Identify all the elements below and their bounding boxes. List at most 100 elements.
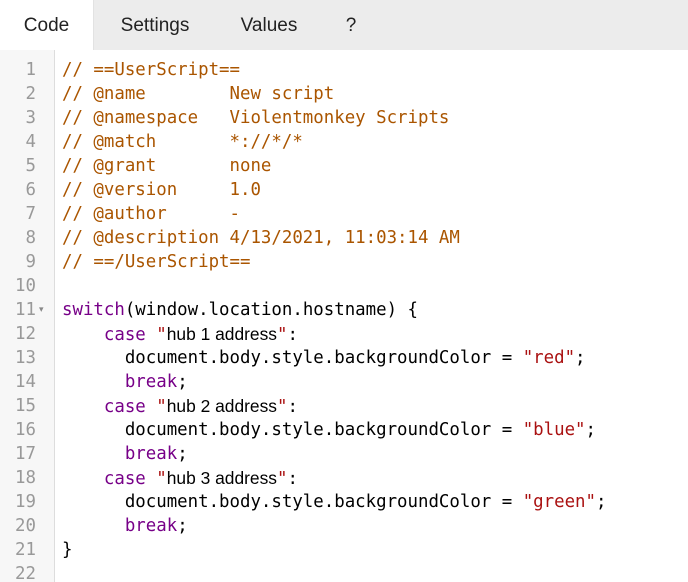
code-line[interactable]: 5 // @grant none: [0, 154, 688, 178]
code-line[interactable]: 13 document.body.style.backgroundColor =…: [0, 346, 688, 370]
code-line[interactable]: 6 // @version 1.0: [0, 178, 688, 202]
code-token-comment: // @grant none: [62, 156, 272, 176]
code-token-keyword: switch: [62, 300, 125, 320]
code-token-comment: // @description 4/13/2021, 11:03:14 AM: [62, 228, 460, 248]
code-token-keyword: break: [124, 444, 178, 464]
code-line[interactable]: 14 break;: [0, 370, 688, 394]
line-number: 14: [15, 372, 36, 392]
code-line[interactable]: 20 break;: [0, 514, 688, 538]
code-line[interactable]: 19 document.body.style.backgroundColor =…: [0, 490, 688, 514]
line-number: 13: [15, 348, 36, 368]
fold-toggle-icon[interactable]: ▾: [39, 298, 44, 322]
code-token-comment: // @version 1.0: [62, 180, 261, 200]
line-code: document.body.style.backgroundColor = "g…: [62, 490, 607, 514]
line-number: 18: [15, 468, 36, 488]
tab-help[interactable]: ?: [334, 0, 368, 50]
code-editor[interactable]: 1 // ==UserScript== 2 // @name New script 3 /…: [0, 50, 688, 582]
line-number: 2: [25, 84, 36, 104]
code-line[interactable]: 10: [0, 274, 688, 298]
line-number: 4: [25, 132, 36, 152]
line-number: 16: [15, 420, 36, 440]
tab-values[interactable]: Values: [222, 0, 316, 50]
code-token-plain: ;: [177, 372, 188, 392]
tab-settings[interactable]: Settings: [96, 0, 214, 50]
line-number: 17: [15, 444, 36, 464]
code-line[interactable]: 17 break;: [0, 442, 688, 466]
line-number: 8: [25, 228, 36, 248]
code-line[interactable]: 3 // @namespace Violentmonkey Scripts: [0, 106, 688, 130]
line-number: 20: [15, 516, 36, 536]
line-number: 21: [15, 540, 36, 560]
line-number: 10: [15, 276, 36, 296]
line-number: 11: [15, 300, 36, 320]
line-code: // @name New script: [62, 82, 334, 106]
code-token-plain: ;: [575, 348, 586, 368]
line-code: case "hub 1 address":: [62, 322, 298, 347]
line-code: // ==/UserScript==: [62, 250, 250, 274]
line-code: break;: [62, 370, 188, 394]
code-token-plain: (window.location.hostname) {: [124, 300, 418, 320]
line-code: // @match *://*/*: [62, 130, 303, 154]
script-editor-window: Code Settings Values ? 1 // ==UserScript=…: [0, 0, 688, 582]
line-code: break;: [62, 442, 188, 466]
code-token-comment: // @name New script: [62, 84, 335, 104]
code-line[interactable]: 1 // ==UserScript==: [0, 58, 688, 82]
code-token-comment: // @author -: [62, 204, 240, 224]
line-number: 9: [25, 252, 36, 272]
tab-code[interactable]: Code: [0, 0, 94, 50]
code-line[interactable]: 15 case "hub 2 address":: [0, 394, 688, 418]
code-token-comment: // @match *://*/*: [62, 132, 303, 152]
code-token-comment: // ==/UserScript==: [62, 252, 251, 272]
code-line[interactable]: 4 // @match *://*/*: [0, 130, 688, 154]
code-line[interactable]: 8 // @description 4/13/2021, 11:03:14 AM: [0, 226, 688, 250]
code-token-comment: // @namespace Violentmonkey Scripts: [62, 108, 450, 128]
code-token-keyword: break: [124, 372, 178, 392]
line-number: 1: [25, 60, 36, 80]
line-code: // @grant none: [62, 154, 271, 178]
code-line[interactable]: 21}: [0, 538, 688, 562]
code-token-plain: document.body.style.backgroundColor =: [62, 420, 523, 440]
line-code: // @version 1.0: [62, 178, 261, 202]
code-token-plain: ;: [585, 420, 596, 440]
code-token-plain: document.body.style.backgroundColor =: [62, 348, 523, 368]
code-token-string: ": [156, 325, 167, 345]
code-token-sans: hub 2 address: [166, 396, 277, 416]
code-line[interactable]: 2 // @name New script: [0, 82, 688, 106]
line-code: case "hub 2 address":: [62, 394, 298, 419]
code-token-string: ": [276, 469, 288, 489]
code-token-sans: hub 3 address: [166, 468, 277, 488]
code-line[interactable]: 22: [0, 562, 688, 582]
code-token-keyword: break: [124, 516, 178, 536]
line-number: 6: [25, 180, 36, 200]
code-token-plain: :: [287, 397, 298, 417]
code-token-plain: }: [62, 540, 73, 560]
code-token-string: ": [156, 469, 167, 489]
line-code: case "hub 3 address":: [62, 466, 298, 491]
line-code: // @description 4/13/2021, 11:03:14 AM: [62, 226, 460, 250]
line-number: 7: [25, 204, 36, 224]
code-line[interactable]: 11 ▾ switch(window.location.hostname) {: [0, 298, 688, 322]
line-code: document.body.style.backgroundColor = "r…: [62, 346, 586, 370]
code-token-comment: // ==UserScript==: [62, 60, 240, 80]
line-code: }: [62, 538, 72, 562]
code-line[interactable]: 7 // @author -: [0, 202, 688, 226]
line-code: // @namespace Violentmonkey Scripts: [62, 106, 449, 130]
code-token-string: "green": [522, 492, 596, 512]
code-token-plain: ;: [177, 444, 188, 464]
line-number: 22: [15, 564, 36, 582]
code-token-string: "red": [522, 348, 576, 368]
line-number: 15: [15, 396, 36, 416]
code-line[interactable]: 16 document.body.style.backgroundColor =…: [0, 418, 688, 442]
line-number: 5: [25, 156, 36, 176]
code-line[interactable]: 12 case "hub 1 address":: [0, 322, 688, 346]
code-line[interactable]: 18 case "hub 3 address":: [0, 466, 688, 490]
line-number: 12: [15, 324, 36, 344]
code-line[interactable]: 9 // ==/UserScript==: [0, 250, 688, 274]
